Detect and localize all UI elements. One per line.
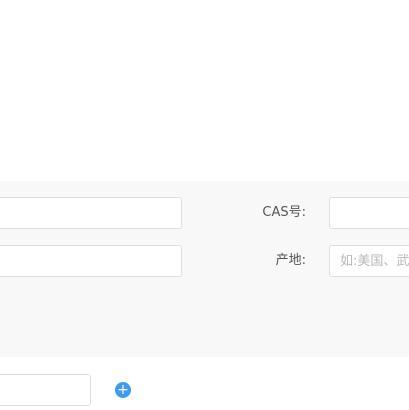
add-button[interactable]: + [115, 382, 131, 398]
origin-label: 产地: [275, 253, 306, 268]
text-input-left-1[interactable] [0, 197, 182, 229]
cas-number-label: CAS号: [262, 205, 306, 220]
origin-input[interactable] [329, 245, 409, 277]
text-input-left-2[interactable] [0, 245, 182, 277]
page: CAS号: 产地: + [0, 0, 409, 410]
plus-circle-icon: + [117, 382, 129, 398]
bottom-text-input[interactable] [0, 374, 91, 406]
cas-number-input[interactable] [329, 197, 409, 229]
